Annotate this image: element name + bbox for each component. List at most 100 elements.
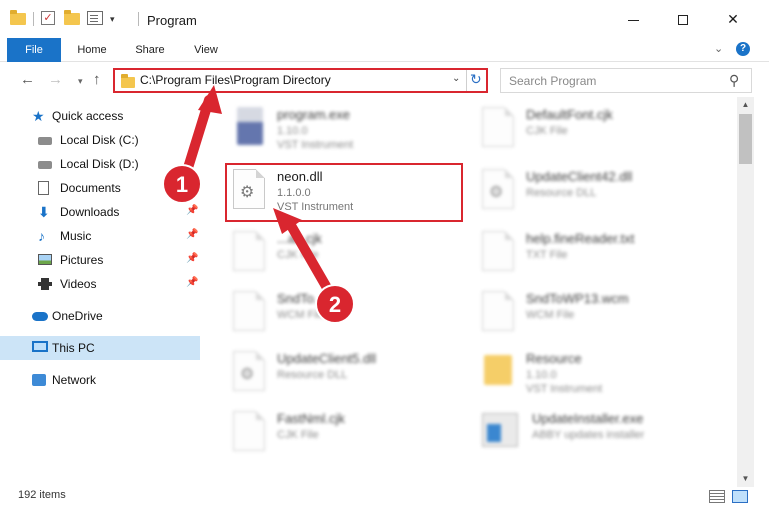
- refresh-icon[interactable]: ↻: [470, 71, 482, 88]
- close-button[interactable]: ✕: [710, 6, 756, 32]
- file-item[interactable]: ...an.cjk CJK File: [225, 225, 475, 281]
- sidebar-item-downloads[interactable]: ⬇ Downloads 📌: [0, 200, 200, 224]
- recent-locations-chevron-icon[interactable]: ▾: [78, 76, 83, 87]
- sidebar-item-label: Videos: [60, 277, 97, 291]
- sidebar-item-local-disk-c[interactable]: Local Disk (C:): [0, 128, 200, 152]
- sidebar-item-label: OneDrive: [52, 309, 103, 323]
- file-list: program.exe 1.10.0 VST Instrument ⚙ neon…: [200, 97, 737, 480]
- file-item[interactable]: Resource 1.10.0 VST Instrument: [474, 345, 724, 401]
- scroll-down-arrow-icon[interactable]: ▼: [737, 471, 754, 487]
- download-arrow-icon: ⬇: [38, 204, 50, 220]
- cloud-icon: [32, 312, 48, 321]
- file-item[interactable]: program.exe 1.10.0 VST Instrument: [225, 101, 475, 157]
- sidebar-item-onedrive[interactable]: OneDrive: [0, 304, 200, 328]
- properties-check-icon[interactable]: ✓: [41, 11, 57, 27]
- file-version: 1.10.0: [526, 369, 557, 381]
- help-icon[interactable]: ?: [736, 42, 750, 56]
- file-name: help.fineReader.txt: [526, 231, 635, 246]
- sidebar-item-pictures[interactable]: Pictures 📌: [0, 248, 200, 272]
- file-name: SndTo...wcm: [277, 291, 352, 306]
- pin-icon[interactable]: 📌: [186, 205, 198, 216]
- file-item[interactable]: ⚙ UpdateClient42.dll Resource DLL: [474, 163, 724, 219]
- document-icon: [38, 181, 49, 195]
- sidebar-item-this-pc[interactable]: This PC: [0, 336, 200, 360]
- film-strip-icon: [38, 278, 52, 290]
- file-item[interactable]: ⚙ UpdateClient5.dll Resource DLL: [225, 345, 475, 401]
- file-type: ABBY updates installer: [532, 429, 645, 441]
- navigation-bar: ← → ▾ ↑ C:\Program Files\Program Directo…: [0, 63, 769, 97]
- sidebar-item-label: Documents: [60, 181, 121, 195]
- title-separator: [138, 12, 139, 26]
- sidebar-item-documents[interactable]: Documents: [0, 176, 200, 200]
- vertical-scrollbar[interactable]: ▲ ▼: [737, 97, 754, 487]
- quick-access-toolbar: ✓ ▾: [10, 10, 115, 27]
- file-item[interactable]: UpdateInstaller.exe ABBY updates install…: [474, 405, 724, 461]
- search-box[interactable]: Search Program ⚲: [500, 68, 752, 93]
- file-type: CJK File: [526, 125, 568, 137]
- navigation-pane: ★ Quick access Local Disk (C:) Local Dis…: [0, 102, 200, 480]
- pin-icon[interactable]: 📌: [186, 277, 198, 288]
- details-view-icon[interactable]: [709, 490, 725, 503]
- tab-home[interactable]: Home: [66, 38, 118, 62]
- sidebar-item-label: Network: [52, 373, 97, 387]
- file-name: ...an.cjk: [277, 231, 322, 246]
- back-arrow-icon[interactable]: ←: [20, 71, 35, 88]
- up-arrow-icon[interactable]: ↑: [93, 71, 101, 88]
- file-type: WCM File: [277, 309, 326, 321]
- sidebar-item-network[interactable]: Network: [0, 368, 200, 392]
- sidebar-item-label: Local Disk (D:): [60, 157, 139, 171]
- file-icon: [482, 107, 514, 147]
- file-name: DefaultFont.cjk: [526, 107, 613, 122]
- star-icon: ★: [32, 108, 45, 124]
- file-icon: [233, 291, 265, 331]
- installer-icon: [482, 413, 518, 447]
- sidebar-item-label: Pictures: [60, 253, 104, 267]
- file-icon: [233, 231, 265, 271]
- file-type: Resource DLL: [277, 369, 348, 381]
- address-bar[interactable]: C:\Program Files\Program Directory ⌄ ↻: [113, 68, 488, 93]
- tab-view[interactable]: View: [180, 38, 232, 62]
- sidebar-item-local-disk-d[interactable]: Local Disk (D:): [0, 152, 200, 176]
- minimize-button[interactable]: [610, 6, 656, 32]
- search-input[interactable]: Search Program: [509, 74, 596, 88]
- maximize-button[interactable]: [660, 6, 706, 32]
- sidebar-item-music[interactable]: ♪ Music 📌: [0, 224, 200, 248]
- file-item[interactable]: FastNml.cjk CJK File: [225, 405, 475, 461]
- dll-file-icon: ⚙: [482, 169, 514, 209]
- file-item[interactable]: DefaultFont.cjk CJK File: [474, 101, 724, 157]
- file-item[interactable]: SndToWP13.wcm WCM File: [474, 285, 724, 341]
- file-icon: [233, 411, 265, 451]
- address-path[interactable]: C:\Program Files\Program Directory: [140, 73, 331, 87]
- file-item[interactable]: help.fineReader.txt TXT File: [474, 225, 724, 281]
- sidebar-item-videos[interactable]: Videos 📌: [0, 272, 200, 296]
- tab-share[interactable]: Share: [122, 38, 178, 62]
- sidebar-item-label: Local Disk (C:): [60, 133, 139, 147]
- pin-icon[interactable]: 📌: [186, 253, 198, 264]
- address-dropdown-chevron-icon[interactable]: ⌄: [452, 73, 460, 84]
- search-icon[interactable]: ⚲: [729, 72, 739, 89]
- sidebar-item-label: Music: [60, 229, 92, 243]
- tab-file[interactable]: File: [7, 38, 61, 62]
- customize-toolbar-chevron-icon[interactable]: ▾: [110, 14, 115, 25]
- sidebar-item-label: Quick access: [52, 109, 124, 123]
- drive-icon: [38, 137, 52, 145]
- title-bar: ✓ ▾ Program ✕: [0, 0, 769, 38]
- pin-icon[interactable]: 📌: [186, 229, 198, 240]
- computer-icon: [32, 341, 48, 352]
- file-type: VST Instrument: [277, 139, 354, 151]
- scroll-thumb[interactable]: [739, 114, 752, 164]
- scroll-up-arrow-icon[interactable]: ▲: [737, 97, 754, 113]
- file-icon: [482, 291, 514, 331]
- sidebar-item-quick-access[interactable]: ★ Quick access: [0, 104, 200, 128]
- network-icon: [32, 374, 46, 386]
- expand-ribbon-chevron-icon[interactable]: ⌄: [714, 42, 723, 55]
- forward-arrow-icon[interactable]: →: [48, 71, 63, 88]
- text-file-icon: [482, 231, 514, 271]
- new-folder-icon[interactable]: [64, 10, 80, 27]
- properties-icon[interactable]: [87, 11, 103, 27]
- file-item[interactable]: SndTo...wcm WCM File: [225, 285, 475, 341]
- address-separator: [466, 70, 467, 91]
- file-version: 1.10.0: [277, 125, 308, 137]
- large-icons-view-icon[interactable]: [732, 490, 748, 503]
- file-type: CJK File: [277, 429, 319, 441]
